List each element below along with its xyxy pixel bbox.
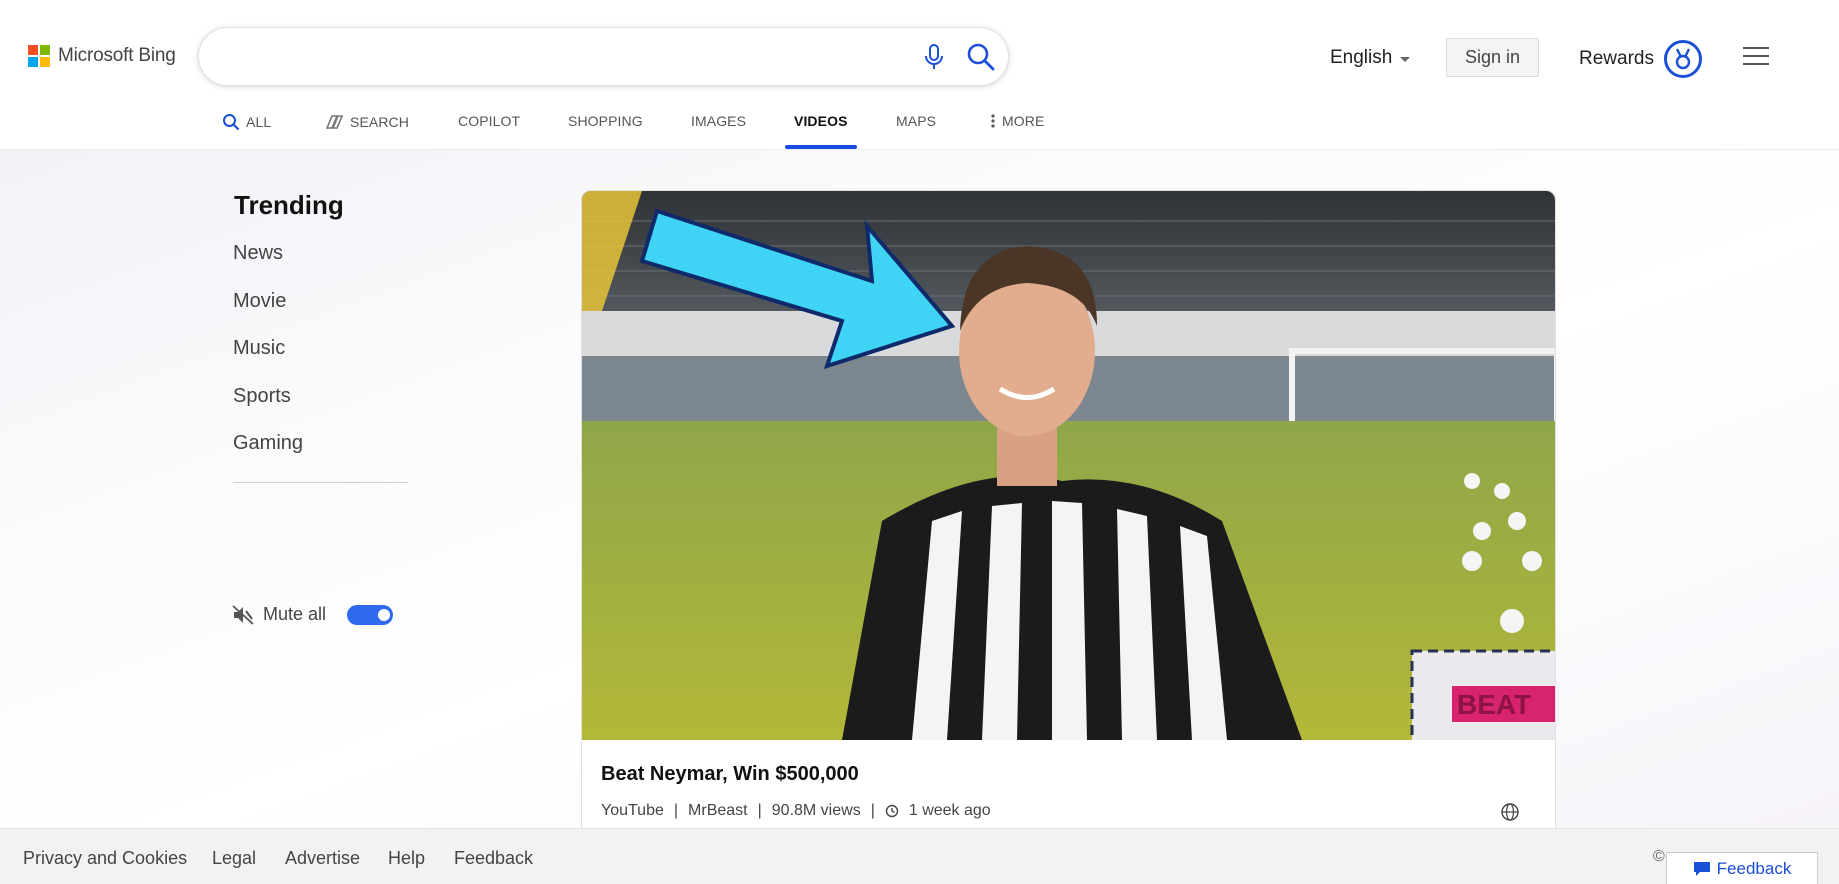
tab-all[interactable]: ALL [222, 113, 271, 131]
tab-shopping[interactable]: SHOPPING [568, 113, 643, 129]
video-source: YouTube [601, 802, 664, 819]
footer-link-advertise[interactable]: Advertise [285, 848, 360, 869]
hamburger-menu-icon[interactable] [1743, 47, 1769, 67]
separator: | [870, 802, 875, 819]
video-age: 1 week ago [908, 802, 991, 819]
copilot-search-icon [325, 115, 344, 129]
tab-videos[interactable]: VIDEOS [794, 113, 848, 129]
trending-item-news[interactable]: News [233, 242, 283, 265]
speaker-muted-icon [232, 604, 254, 625]
tab-copilot[interactable]: COPILOT [458, 113, 520, 129]
video-metadata: YouTube | MrBeast | 90.8M views | 1 week… [601, 802, 991, 820]
chat-bubble-icon [1693, 862, 1710, 876]
copyright: © [1653, 848, 1665, 865]
header: Microsoft Bing English Sign in Rewards A… [0, 0, 1839, 150]
microsoft-logo-icon [28, 45, 50, 67]
tab-images[interactable]: IMAGES [691, 113, 746, 129]
trending-item-music[interactable]: Music [233, 337, 285, 360]
tab-more[interactable]: MORE [990, 113, 1044, 129]
microphone-icon[interactable] [921, 43, 947, 71]
separator: | [673, 802, 679, 819]
search-input[interactable] [221, 40, 901, 74]
video-title[interactable]: Beat Neymar, Win $500,000 [601, 763, 859, 786]
sign-text: BEAT [1457, 689, 1531, 720]
trending-item-sports[interactable]: Sports [233, 385, 291, 408]
tab-search[interactable]: SEARCH [324, 113, 409, 131]
divider [233, 482, 408, 483]
tab-maps[interactable]: MAPS [896, 113, 936, 129]
feedback-button[interactable]: Feedback [1666, 852, 1818, 884]
rewards-label: Rewards [1579, 48, 1654, 69]
footer-link-feedback[interactable]: Feedback [454, 848, 533, 869]
tab-label: VIDEOS [794, 113, 848, 129]
mute-all-control: Mute all [232, 604, 394, 625]
footer: Privacy and Cookies Legal Advertise Help… [0, 828, 1839, 884]
bing-logo[interactable]: Microsoft Bing [28, 45, 176, 67]
sign-in-button[interactable]: Sign in [1446, 38, 1539, 77]
globe-icon[interactable] [1500, 802, 1520, 822]
more-vertical-icon [991, 114, 995, 128]
feedback-button-label: Feedback [1716, 859, 1792, 878]
tab-label: MAPS [896, 113, 937, 129]
language-selector[interactable]: English [1330, 47, 1411, 69]
history-clock-icon [885, 804, 899, 818]
tab-label: COPILOT [458, 113, 521, 129]
language-label: English [1330, 47, 1393, 68]
caret-down-icon [1400, 56, 1411, 62]
tab-label: ALL [246, 114, 272, 130]
brand-name: Microsoft Bing [58, 45, 176, 66]
rewards-medal-icon [1663, 40, 1702, 78]
rewards-button[interactable]: Rewards [1579, 40, 1702, 78]
footer-link-legal[interactable]: Legal [212, 848, 256, 869]
tab-label: IMAGES [691, 113, 747, 129]
footer-link-help[interactable]: Help [388, 848, 425, 869]
video-thumbnail[interactable]: BEAT [582, 191, 1555, 740]
trending-item-movie[interactable]: Movie [233, 290, 286, 313]
mute-all-label: Mute all [263, 604, 327, 624]
active-tab-indicator [785, 145, 857, 149]
search-icon [223, 114, 240, 131]
video-card[interactable]: BEAT Beat Neymar, Win $500,000 YouTube |… [581, 190, 1556, 830]
trending-title: Trending [234, 190, 344, 220]
tab-label: MORE [1002, 113, 1045, 129]
video-views: 90.8M views [771, 802, 861, 819]
vertical-tabs: ALL SEARCH COPILOT SHOPPING IMAGES VIDEO… [0, 100, 1839, 150]
video-channel: MrBeast [688, 802, 748, 819]
tab-label: SHOPPING [568, 113, 643, 129]
search-icon[interactable] [965, 41, 997, 73]
footer-link-privacy[interactable]: Privacy and Cookies [23, 848, 187, 869]
separator: | [757, 802, 762, 819]
trending-item-gaming[interactable]: Gaming [233, 432, 303, 455]
tab-label: SEARCH [350, 114, 409, 130]
mute-all-toggle[interactable] [347, 604, 394, 625]
search-box [198, 27, 1009, 86]
